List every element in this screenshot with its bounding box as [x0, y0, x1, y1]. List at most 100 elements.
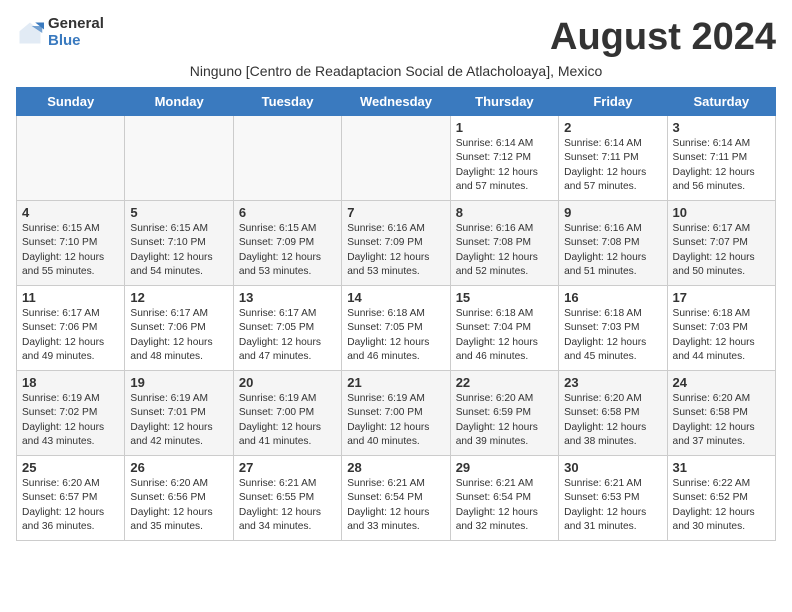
calendar-week-3: 11 Sunrise: 6:17 AMSunset: 7:06 PMDayligh…: [17, 286, 776, 371]
day-number: 17: [673, 290, 770, 305]
day-info: Sunrise: 6:21 AMSunset: 6:53 PMDaylight:…: [564, 477, 661, 534]
day-number: 5: [130, 205, 227, 220]
day-number: 30: [564, 460, 661, 475]
calendar-cell: 27Sunrise: 6:21 AMSunset: 6:55 PMDayligh…: [233, 456, 341, 541]
day-number: 29: [456, 460, 553, 475]
day-info: Sunrise: 6:22 AMSunset: 6:52 PMDaylight:…: [673, 477, 770, 534]
day-number: 15: [456, 290, 553, 305]
calendar-week-4: 18Sunrise: 6:19 AMSunset: 7:02 PMDayligh…: [17, 371, 776, 456]
day-number: 24: [673, 375, 770, 390]
day-info: Sunrise: 6:19 AMSunset: 7:01 PMDaylight:…: [130, 392, 227, 449]
calendar-cell: 1 Sunrise: 6:14 AMSunset: 7:12 PMDaylight…: [450, 116, 558, 201]
day-info: Sunrise: 6:17 AMSunset: 7:07 PMDaylight:…: [673, 222, 770, 279]
calendar-cell: 26Sunrise: 6:20 AMSunset: 6:56 PMDayligh…: [125, 456, 233, 541]
calendar-cell: 10 Sunrise: 6:17 AMSunset: 7:07 PMDayligh…: [667, 201, 775, 286]
day-info: Sunrise: 6:15 AMSunset: 7:09 PMDaylight:…: [239, 222, 336, 279]
calendar-cell: 8 Sunrise: 6:16 AMSunset: 7:08 PMDaylight…: [450, 201, 558, 286]
day-info: Sunrise: 6:20 AMSunset: 6:56 PMDaylight:…: [130, 477, 227, 534]
day-info: Sunrise: 6:18 AMSunset: 7:03 PMDaylight:…: [673, 307, 770, 364]
calendar-header-row: SundayMondayTuesdayWednesdayThursdayFrid…: [17, 88, 776, 116]
day-number: 14: [347, 290, 444, 305]
calendar-cell: 4 Sunrise: 6:15 AMSunset: 7:10 PMDaylight…: [17, 201, 125, 286]
calendar-cell: 13 Sunrise: 6:17 AMSunset: 7:05 PMDayligh…: [233, 286, 341, 371]
day-number: 27: [239, 460, 336, 475]
day-number: 28: [347, 460, 444, 475]
day-info: Sunrise: 6:16 AMSunset: 7:08 PMDaylight:…: [564, 222, 661, 279]
logo-blue-text: Blue: [48, 33, 104, 50]
day-info: Sunrise: 6:17 AMSunset: 7:06 PMDaylight:…: [130, 307, 227, 364]
calendar-cell: 6Sunrise: 6:15 AMSunset: 7:09 PMDaylight…: [233, 201, 341, 286]
calendar-cell: 21 Sunrise: 6:19 AMSunset: 7:00 PMDayligh…: [342, 371, 450, 456]
day-number: 9: [564, 205, 661, 220]
day-info: Sunrise: 6:16 AMSunset: 7:09 PMDaylight:…: [347, 222, 444, 279]
calendar-table: SundayMondayTuesdayWednesdayThursdayFrid…: [16, 87, 776, 541]
day-number: 3: [673, 120, 770, 135]
header-sunday: Sunday: [17, 88, 125, 116]
day-info: Sunrise: 6:18 AMSunset: 7:04 PMDaylight:…: [456, 307, 553, 364]
month-title: August 2024: [550, 16, 776, 59]
day-number: 19: [130, 375, 227, 390]
day-number: 12: [130, 290, 227, 305]
day-number: 2: [564, 120, 661, 135]
calendar-week-5: 25 Sunrise: 6:20 AMSunset: 6:57 PMDayligh…: [17, 456, 776, 541]
day-number: 16: [564, 290, 661, 305]
day-info: Sunrise: 6:18 AMSunset: 7:03 PMDaylight:…: [564, 307, 661, 364]
day-info: Sunrise: 6:20 AMSunset: 6:58 PMDaylight:…: [673, 392, 770, 449]
day-number: 23: [564, 375, 661, 390]
calendar-cell: [233, 116, 341, 201]
day-number: 21: [347, 375, 444, 390]
day-number: 25: [22, 460, 119, 475]
calendar-cell: 17 Sunrise: 6:18 AMSunset: 7:03 PMDayligh…: [667, 286, 775, 371]
day-number: 4: [22, 205, 119, 220]
day-info: Sunrise: 6:14 AMSunset: 7:11 PMDaylight:…: [673, 137, 770, 194]
calendar-cell: [125, 116, 233, 201]
day-info: Sunrise: 6:19 AMSunset: 7:00 PMDaylight:…: [347, 392, 444, 449]
calendar-cell: 31 Sunrise: 6:22 AMSunset: 6:52 PMDayligh…: [667, 456, 775, 541]
calendar-cell: 14Sunrise: 6:18 AMSunset: 7:05 PMDayligh…: [342, 286, 450, 371]
calendar-cell: 22Sunrise: 6:20 AMSunset: 6:59 PMDayligh…: [450, 371, 558, 456]
calendar-cell: 19 Sunrise: 6:19 AMSunset: 7:01 PMDayligh…: [125, 371, 233, 456]
day-info: Sunrise: 6:15 AMSunset: 7:10 PMDaylight:…: [130, 222, 227, 279]
day-info: Sunrise: 6:16 AMSunset: 7:08 PMDaylight:…: [456, 222, 553, 279]
day-number: 22: [456, 375, 553, 390]
header-tuesday: Tuesday: [233, 88, 341, 116]
calendar-cell: 7 Sunrise: 6:16 AMSunset: 7:09 PMDaylight…: [342, 201, 450, 286]
day-number: 13: [239, 290, 336, 305]
header-wednesday: Wednesday: [342, 88, 450, 116]
day-info: Sunrise: 6:15 AMSunset: 7:10 PMDaylight:…: [22, 222, 119, 279]
day-number: 20: [239, 375, 336, 390]
calendar-cell: 29 Sunrise: 6:21 AMSunset: 6:54 PMDayligh…: [450, 456, 558, 541]
day-number: 31: [673, 460, 770, 475]
calendar-cell: 11 Sunrise: 6:17 AMSunset: 7:06 PMDayligh…: [17, 286, 125, 371]
calendar-cell: [342, 116, 450, 201]
header-saturday: Saturday: [667, 88, 775, 116]
calendar-cell: 15 Sunrise: 6:18 AMSunset: 7:04 PMDayligh…: [450, 286, 558, 371]
day-number: 18: [22, 375, 119, 390]
day-info: Sunrise: 6:14 AMSunset: 7:11 PMDaylight:…: [564, 137, 661, 194]
logo-icon: [16, 19, 44, 47]
day-number: 10: [673, 205, 770, 220]
day-info: Sunrise: 6:21 AMSunset: 6:54 PMDaylight:…: [456, 477, 553, 534]
logo-general-text: General: [48, 16, 104, 33]
calendar-cell: [17, 116, 125, 201]
subtitle: Ninguno [Centro de Readaptacion Social d…: [16, 63, 776, 79]
header-friday: Friday: [559, 88, 667, 116]
calendar-cell: 9 Sunrise: 6:16 AMSunset: 7:08 PMDaylight…: [559, 201, 667, 286]
calendar-week-2: 4 Sunrise: 6:15 AMSunset: 7:10 PMDaylight…: [17, 201, 776, 286]
day-info: Sunrise: 6:19 AMSunset: 7:00 PMDaylight:…: [239, 392, 336, 449]
calendar-cell: 12 Sunrise: 6:17 AMSunset: 7:06 PMDayligh…: [125, 286, 233, 371]
calendar-cell: 16 Sunrise: 6:18 AMSunset: 7:03 PMDayligh…: [559, 286, 667, 371]
day-info: Sunrise: 6:20 AMSunset: 6:57 PMDaylight:…: [22, 477, 119, 534]
header-monday: Monday: [125, 88, 233, 116]
day-number: 7: [347, 205, 444, 220]
day-info: Sunrise: 6:21 AMSunset: 6:54 PMDaylight:…: [347, 477, 444, 534]
day-info: Sunrise: 6:14 AMSunset: 7:12 PMDaylight:…: [456, 137, 553, 194]
calendar-cell: 5 Sunrise: 6:15 AMSunset: 7:10 PMDaylight…: [125, 201, 233, 286]
day-info: Sunrise: 6:17 AMSunset: 7:05 PMDaylight:…: [239, 307, 336, 364]
calendar-cell: 23Sunrise: 6:20 AMSunset: 6:58 PMDayligh…: [559, 371, 667, 456]
calendar-cell: 20 Sunrise: 6:19 AMSunset: 7:00 PMDayligh…: [233, 371, 341, 456]
day-number: 1: [456, 120, 553, 135]
day-number: 8: [456, 205, 553, 220]
day-number: 11: [22, 290, 119, 305]
day-info: Sunrise: 6:17 AMSunset: 7:06 PMDaylight:…: [22, 307, 119, 364]
